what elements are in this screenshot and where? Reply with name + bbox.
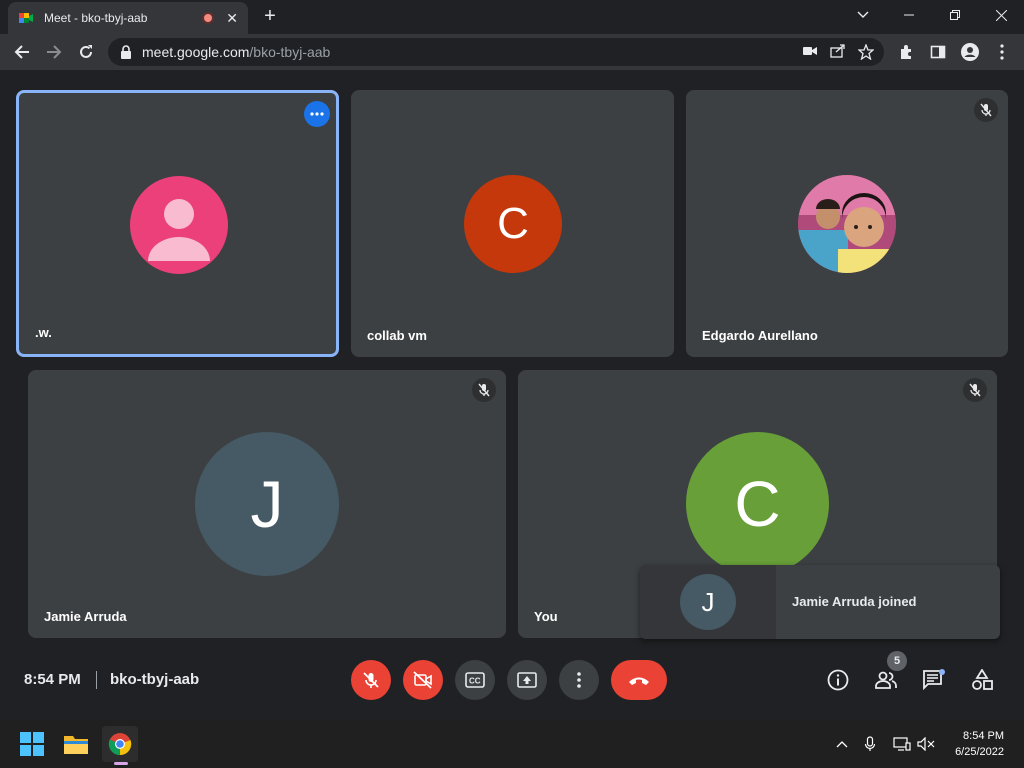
mic-off-icon [363,672,379,688]
chrome-taskbar-button[interactable] [102,726,138,762]
avatar: J [195,432,339,576]
svg-text:CC: CC [469,677,481,686]
mic-muted-icon [963,378,987,402]
participant-tile-edgardo[interactable]: Edgardo Aurellano [686,90,1008,357]
more-options-button[interactable] [559,660,599,700]
tab-search-icon[interactable] [840,0,886,30]
mic-muted-icon [472,378,496,402]
tab-close-icon[interactable]: ✕ [226,10,238,27]
meeting-clock: 8:54 PM [24,671,81,688]
browser-tab-meet[interactable]: Meet - bko-tbyj-aab ✕ [8,2,248,34]
lock-icon [121,45,131,59]
toggle-microphone-button[interactable] [351,660,391,700]
windows-logo-icon [20,732,44,756]
toast-avatar: J [680,574,736,630]
browser-tabstrip: Meet - bko-tbyj-aab ✕ + [0,0,1024,34]
profile-avatar-icon[interactable] [958,40,982,64]
toggle-camera-button[interactable] [403,660,443,700]
participant-tile-w[interactable]: .w. [16,90,339,357]
participant-name: collab vm [367,328,427,343]
forward-button[interactable] [42,40,66,64]
camera-off-icon [413,671,432,689]
taskbar-clock[interactable]: 8:54 PM 6/25/2022 [955,728,1004,760]
mic-muted-icon [974,98,998,122]
address-bar[interactable]: meet.google.com/bko-tbyj-aab [108,38,884,66]
meeting-stage: .w. C collab vm Edgardo Aurellano J Jami… [0,70,1024,648]
side-panel-icon[interactable] [926,40,950,64]
avatar: C [464,175,562,273]
back-button[interactable] [10,40,34,64]
meet-favicon-icon [19,13,33,23]
network-tray-icon[interactable] [892,734,912,754]
activities-shapes-icon [972,669,993,690]
people-icon [875,671,897,689]
chrome-logo-icon [108,733,132,756]
divider [96,671,97,689]
people-button[interactable] [872,666,900,694]
browser-menu-icon[interactable] [990,40,1014,64]
info-icon [827,669,849,691]
tab-title: Meet - bko-tbyj-aab [44,11,148,25]
volume-muted-tray-icon[interactable] [916,734,936,754]
reload-button[interactable] [74,40,98,64]
leave-call-button[interactable] [611,660,667,700]
minimize-button[interactable] [886,0,932,30]
activities-button[interactable] [968,666,996,694]
closed-captions-icon: CC [465,672,485,688]
active-app-indicator [114,762,128,765]
start-button[interactable] [14,726,50,762]
folder-icon [64,736,88,754]
browser-toolbar: meet.google.com/bko-tbyj-aab [0,34,1024,70]
taskbar-date: 6/25/2022 [955,746,1004,758]
file-explorer-button[interactable] [58,726,94,762]
more-options-icon[interactable] [304,101,330,127]
avatar: C [686,432,829,575]
recording-indicator-icon [202,12,215,24]
show-hidden-icons-button[interactable] [832,734,852,754]
profile-photo [798,175,896,273]
extensions-icon[interactable] [894,40,918,64]
url-host: meet.google.com [142,44,250,60]
address-url: meet.google.com/bko-tbyj-aab [142,44,330,60]
address-bar-actions [802,44,874,60]
chat-icon [923,669,945,691]
url-path: /bko-tbyj-aab [249,44,331,60]
taskbar-time: 8:54 PM [963,730,1004,742]
chat-button[interactable] [920,666,948,694]
avatar [130,176,228,274]
participant-tile-collab-vm[interactable]: C collab vm [351,90,674,357]
present-icon [517,672,537,688]
participant-joined-toast: J Jamie Arruda joined [640,565,1000,639]
bookmark-star-icon[interactable] [858,44,874,60]
restore-button[interactable] [932,0,978,30]
participant-name: .w. [35,325,52,340]
toast-avatar-area: J [640,565,776,639]
present-screen-button[interactable] [507,660,547,700]
hang-up-icon [629,677,649,685]
os-taskbar: 8:54 PM 6/25/2022 [0,720,1024,768]
close-window-button[interactable] [978,0,1024,30]
captions-button[interactable]: CC [455,660,495,700]
share-icon[interactable] [830,44,846,58]
meeting-details-button[interactable] [824,666,852,694]
camera-in-use-icon[interactable] [802,44,818,58]
toast-message: Jamie Arruda joined [792,594,917,609]
new-tab-button[interactable]: + [260,6,280,26]
participant-name: Edgardo Aurellano [702,328,818,343]
participant-name: Jamie Arruda [44,609,127,624]
default-person-icon [148,199,210,261]
microphone-tray-icon[interactable] [860,734,880,754]
meeting-controls-bar: 8:54 PM bko-tbyj-aab CC 5 [0,648,1024,714]
participant-tile-jamie[interactable]: J Jamie Arruda [28,370,506,638]
participant-name: You [534,609,558,624]
more-vert-icon [577,672,581,688]
meeting-code: bko-tbyj-aab [110,671,200,688]
